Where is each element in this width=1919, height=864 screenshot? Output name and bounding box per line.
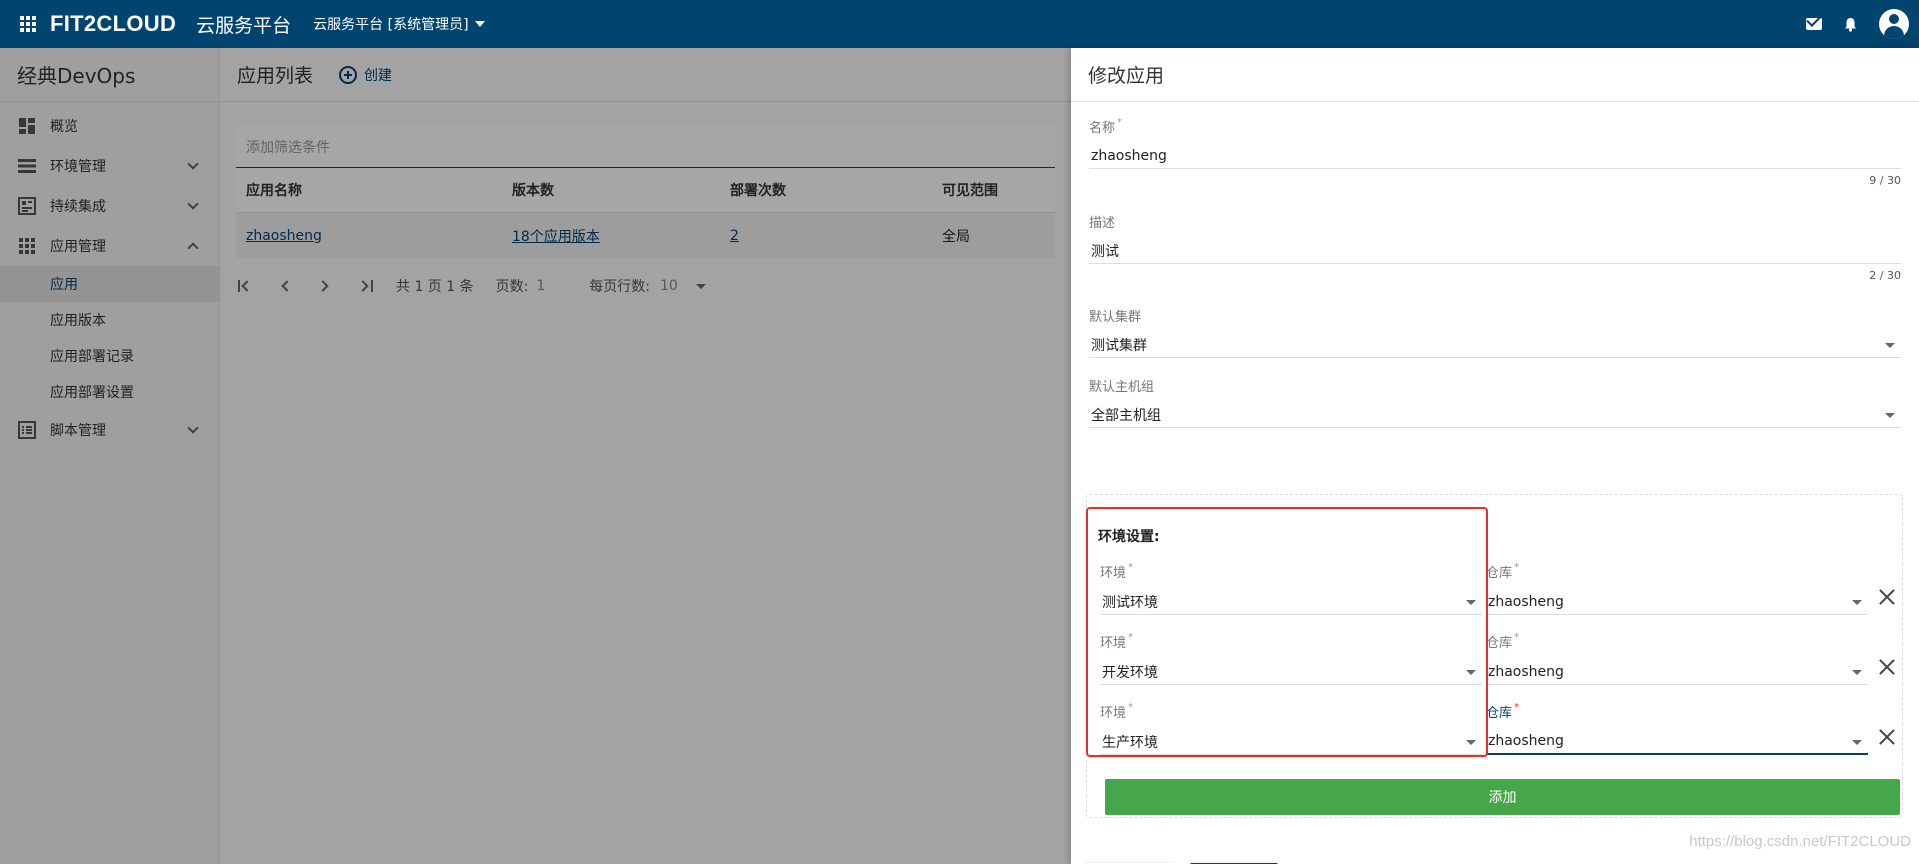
description-field[interactable]: 描述 测试 2 / 30 <box>1089 212 1901 282</box>
hostgroup-value: 全部主机组 <box>1091 407 1161 424</box>
repo-value: zhaosheng <box>1488 593 1564 610</box>
env-label: 环境 <box>1100 706 1127 721</box>
caret-down-icon <box>474 21 485 27</box>
cluster-field[interactable]: 默认集群 测试集群 <box>1089 306 1901 358</box>
remove-row-icon[interactable] <box>1878 588 1896 606</box>
cluster-label: 默认集群 <box>1089 310 1142 325</box>
required-mark: * <box>1128 562 1134 573</box>
env-field[interactable]: 环境 * 测试环境 <box>1100 562 1482 615</box>
add-env-button[interactable]: 添加 <box>1105 779 1900 815</box>
name-input[interactable]: zhaosheng <box>1089 143 1901 169</box>
caret-down-icon <box>1852 670 1862 675</box>
repo-value: zhaosheng <box>1488 663 1564 680</box>
required-mark: * <box>1128 632 1134 643</box>
env-field[interactable]: 环境 * 生产环境 <box>1100 702 1482 755</box>
env-field[interactable]: 环境 * 开发环境 <box>1100 632 1482 685</box>
repo-label: 仓库 <box>1486 636 1513 651</box>
app-title: 云服务平台 <box>196 14 292 37</box>
mail-icon[interactable] <box>1806 18 1822 30</box>
description-input[interactable]: 测试 <box>1089 238 1901 264</box>
repo-select[interactable]: zhaosheng <box>1486 729 1868 755</box>
description-counter: 2 / 30 <box>1869 269 1901 282</box>
caret-down-icon <box>1466 670 1476 675</box>
hostgroup-label: 默认主机组 <box>1089 380 1155 395</box>
required-mark: * <box>1117 117 1123 128</box>
repo-label: 仓库 <box>1486 706 1513 721</box>
repo-field[interactable]: 仓库 * zhaosheng <box>1486 562 1868 615</box>
env-label: 环境 <box>1100 566 1127 581</box>
required-mark: * <box>1514 632 1520 643</box>
repo-select[interactable]: zhaosheng <box>1486 659 1868 685</box>
remove-row-icon[interactable] <box>1878 658 1896 676</box>
name-field[interactable]: 名称 * zhaosheng 9 / 30 <box>1089 117 1901 187</box>
bell-icon[interactable] <box>1844 17 1857 32</box>
caret-down-icon <box>1466 600 1476 605</box>
hostgroup-select[interactable]: 全部主机组 <box>1089 402 1901 428</box>
env-select[interactable]: 测试环境 <box>1100 589 1482 615</box>
name-counter: 9 / 30 <box>1869 174 1901 187</box>
env-label: 环境 <box>1100 636 1127 651</box>
caret-down-icon <box>1466 740 1476 745</box>
workspace-switcher[interactable]: 云服务平台 [系统管理员] <box>313 14 485 34</box>
env-settings-title: 环境设置: <box>1098 529 1160 545</box>
required-mark: * <box>1128 702 1134 713</box>
repo-field[interactable]: 仓库 * zhaosheng <box>1486 632 1868 685</box>
caret-down-icon <box>1852 600 1862 605</box>
caret-down-icon <box>1852 740 1862 745</box>
env-select[interactable]: 开发环境 <box>1100 659 1482 685</box>
description-label: 描述 <box>1089 216 1116 231</box>
name-label: 名称 <box>1089 121 1116 136</box>
account-icon[interactable] <box>1879 9 1909 39</box>
cluster-select[interactable]: 测试集群 <box>1089 332 1901 358</box>
logo: FIT2CLOUD <box>50 11 177 36</box>
required-mark: * <box>1514 702 1520 713</box>
modal-overlay[interactable] <box>0 48 1071 864</box>
repo-field[interactable]: 仓库 * zhaosheng <box>1486 702 1868 755</box>
repo-select[interactable]: zhaosheng <box>1486 589 1868 615</box>
env-value: 开发环境 <box>1102 664 1158 681</box>
remove-row-icon[interactable] <box>1878 728 1896 746</box>
env-value: 生产环境 <box>1102 734 1158 751</box>
required-mark: * <box>1514 562 1520 573</box>
edit-app-drawer: 修改应用 名称 * zhaosheng 9 / 30 描述 测试 2 / 30 默… <box>1071 48 1919 864</box>
env-select[interactable]: 生产环境 <box>1100 729 1482 755</box>
hostgroup-field[interactable]: 默认主机组 全部主机组 <box>1089 376 1901 428</box>
top-bar: FIT2CLOUD 云服务平台 云服务平台 [系统管理员] <box>0 0 1919 48</box>
repo-value: zhaosheng <box>1488 733 1564 749</box>
caret-down-icon <box>1885 413 1895 418</box>
repo-label: 仓库 <box>1486 566 1513 581</box>
env-value: 测试环境 <box>1102 594 1158 611</box>
drawer-title: 修改应用 <box>1071 48 1919 102</box>
workspace-label: 云服务平台 [系统管理员] <box>313 17 469 33</box>
caret-down-icon <box>1885 343 1895 348</box>
apps-grid-icon[interactable] <box>20 16 36 32</box>
watermark: https://blog.csdn.net/FIT2CLOUD <box>1689 833 1911 850</box>
cluster-value: 测试集群 <box>1091 337 1147 354</box>
